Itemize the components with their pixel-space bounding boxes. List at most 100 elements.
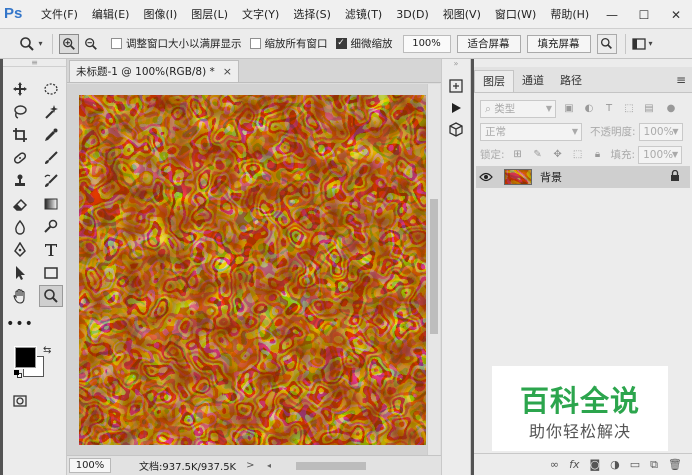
horizontal-scrollbar[interactable]: ◂ [267,459,437,472]
move-tool[interactable] [8,78,32,100]
menu-edit[interactable]: 编辑(E) [85,0,137,29]
filter-smart-object-icon[interactable]: ▤ [642,102,656,116]
eraser-tool[interactable] [8,193,32,215]
filter-adjustment-icon[interactable]: ◐ [582,102,596,116]
close-icon[interactable]: × [223,65,232,78]
blend-mode-select[interactable]: 正常 ▼ [480,122,582,141]
default-colors-icon[interactable] [14,370,22,378]
healing-brush-tool[interactable] [8,147,32,169]
actions-panel-button[interactable] [442,97,470,119]
minimize-button[interactable]: — [596,0,628,29]
close-button[interactable]: ✕ [660,0,692,29]
zoom-out-button[interactable] [81,34,101,54]
3d-panel-button[interactable] [442,119,470,141]
quick-selection-tool[interactable] [39,101,63,123]
eyedropper-tool[interactable] [39,124,63,146]
tab-paths[interactable]: 路径 [552,70,590,92]
filter-pixel-icon[interactable]: ▣ [562,102,576,116]
layer-row[interactable]: 背景 [476,166,690,188]
brush-tool[interactable] [39,147,63,169]
pen-tool[interactable] [8,239,32,261]
status-zoom-field[interactable]: 100% [69,458,111,473]
hand-tool[interactable] [8,285,32,307]
history-panel-button[interactable] [442,75,470,97]
status-menu-arrow[interactable]: > [246,460,254,471]
type-tool[interactable] [39,239,63,261]
zoom-tool[interactable] [39,284,63,307]
dodge-tool[interactable] [39,216,63,238]
menu-3d[interactable]: 3D(D) [389,0,436,29]
visibility-toggle[interactable] [476,172,496,182]
filter-type-icon[interactable]: T [602,102,616,116]
path-selection-tool[interactable] [8,262,32,284]
lock-all-icon[interactable]: 🔒︎ [591,148,605,162]
blend-mode-row: 正常 ▼ 不透明度: 100% ▼ [474,120,692,143]
tool-preset-picker[interactable]: ▾ [16,33,46,55]
lock-artboard-icon[interactable]: ⬚ [571,148,585,162]
canvas-viewport[interactable] [67,84,427,455]
edit-toolbar-button[interactable]: ••• [6,313,33,335]
blur-tool[interactable] [8,216,32,238]
mask-icon[interactable]: ◙ [589,458,600,471]
tab-channels[interactable]: 通道 [514,70,552,92]
resize-windows-checkbox[interactable]: 调整窗口大小以满屏显示 [111,36,242,51]
history-brush-tool[interactable] [39,170,63,192]
panel-menu-icon[interactable]: ≡ [676,73,686,87]
zoom-in-button[interactable] [59,33,79,54]
horizontal-scroll-thumb[interactable] [296,461,367,470]
fill-screen-button[interactable]: 填充屏幕 [526,34,591,53]
crop-tool[interactable] [8,124,32,146]
vertical-scroll-thumb[interactable] [430,199,438,334]
zoom-all-windows-checkbox[interactable]: 缩放所有窗口 [249,36,328,51]
panel-grip[interactable]: ≡ [3,58,66,67]
folder-icon[interactable]: ▭ [630,458,640,471]
vertical-scrollbar[interactable] [427,84,440,455]
fill-field[interactable]: 100% ▼ [638,145,683,164]
tab-layers[interactable]: 图层 [474,70,514,92]
layer-filter-select[interactable]: ⌕ 类型 ▼ [480,99,556,118]
clone-stamp-tool[interactable] [8,170,32,192]
trash-icon[interactable]: 🗑︎ [668,458,682,471]
workspace-switcher[interactable]: ▾ [631,37,653,50]
menu-select[interactable]: 选择(S) [286,0,338,29]
menu-layer[interactable]: 图层(L) [184,0,235,29]
swap-colors-icon[interactable]: ⇆ [43,345,51,356]
scrubby-zoom-checkbox[interactable]: ✓ 细微缩放 [335,36,393,51]
maximize-button[interactable]: ☐ [628,0,660,29]
filter-toggle-icon[interactable]: ● [664,102,678,116]
layer-name[interactable]: 背景 [540,169,562,185]
fit-screen-button[interactable]: 适合屏幕 [456,34,521,53]
lock-transparent-icon[interactable]: ⊞ [511,148,525,162]
menu-view[interactable]: 视图(V) [436,0,488,29]
filter-shape-icon[interactable]: ⬚ [622,102,636,116]
gradient-tool[interactable] [39,193,63,215]
zoom-value-field[interactable]: 100% [402,34,451,53]
fx-icon[interactable]: fx [569,458,579,471]
elliptical-marquee-tool[interactable] [39,78,63,100]
menu-type[interactable]: 文字(Y) [235,0,286,29]
layer-thumbnail [504,169,532,185]
menu-file[interactable]: 文件(F) [34,0,85,29]
menu-filter[interactable]: 滤镜(T) [338,0,389,29]
link-icon[interactable]: ∞ [550,458,559,471]
quick-mask-button[interactable] [8,390,32,412]
lock-position-icon[interactable]: ✥ [551,148,565,162]
menu-help[interactable]: 帮助(H) [543,0,596,29]
new-layer-icon[interactable]: ⧉ [650,458,658,472]
lock-image-icon[interactable]: ✎ [531,148,545,162]
fill-value: 100% [643,148,674,161]
eye-icon [479,172,493,182]
opacity-field[interactable]: 100% ▼ [638,122,683,141]
canvas-image[interactable] [79,95,426,445]
adjustment-icon[interactable]: ◑ [610,458,620,471]
panel-grip[interactable]: » [442,59,470,68]
document-tab[interactable]: 未标题-1 @ 100%(RGB/8) * × [69,60,240,82]
scroll-left-icon[interactable]: ◂ [267,461,271,470]
rectangle-tool[interactable] [39,262,63,284]
window-controls: — ☐ ✕ [596,0,692,29]
foreground-color-swatch[interactable] [14,346,37,369]
menu-image[interactable]: 图像(I) [136,0,184,29]
lasso-tool[interactable] [8,101,32,123]
search-button[interactable] [596,33,617,54]
menu-window[interactable]: 窗口(W) [488,0,543,29]
